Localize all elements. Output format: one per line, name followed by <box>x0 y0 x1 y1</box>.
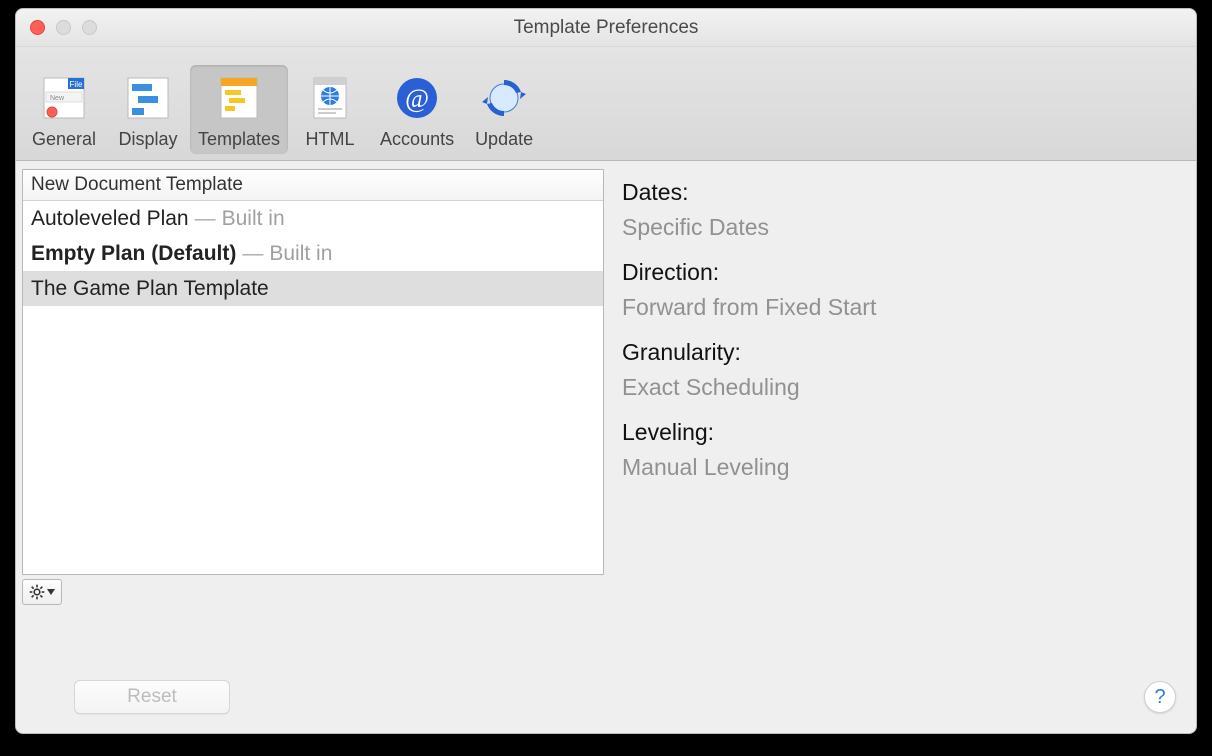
update-icon <box>477 71 531 125</box>
right-pane: Dates: Specific Dates Direction: Forward… <box>604 161 1196 733</box>
tab-accounts[interactable]: @ Accounts <box>372 65 462 154</box>
reset-button-label: Reset <box>127 686 177 708</box>
tab-html[interactable]: HTML <box>288 65 372 154</box>
template-row-empty-plan[interactable]: Empty Plan (Default) — Built in <box>23 236 603 271</box>
dates-label: Dates: <box>622 179 1178 206</box>
html-icon <box>303 71 357 125</box>
gear-menu-button[interactable] <box>22 579 62 605</box>
templates-icon <box>212 71 266 125</box>
template-row-suffix: Built in <box>222 207 285 231</box>
tab-label: Accounts <box>380 129 454 150</box>
template-list-header: New Document Template <box>23 170 603 201</box>
minimize-window-button[interactable] <box>56 20 71 35</box>
traffic-lights <box>30 20 97 35</box>
template-row-autoleveled[interactable]: Autoleveled Plan — Built in <box>23 201 603 236</box>
tab-display[interactable]: Display <box>106 65 190 154</box>
toolbar: File New General Display <box>16 47 1196 161</box>
window-title: Template Preferences <box>16 17 1196 39</box>
dash: — <box>195 207 216 231</box>
svg-text:File: File <box>70 80 83 89</box>
template-row-game-plan[interactable]: The Game Plan Template <box>23 271 603 306</box>
tab-general[interactable]: File New General <box>22 65 106 154</box>
template-row-name: Empty Plan (Default) <box>31 242 236 266</box>
tab-update[interactable]: Update <box>462 65 546 154</box>
zoom-window-button[interactable] <box>82 20 97 35</box>
tab-label: HTML <box>306 129 355 150</box>
leveling-label: Leveling: <box>622 419 1178 446</box>
svg-text:@: @ <box>405 84 429 113</box>
direction-label: Direction: <box>622 259 1178 286</box>
footer: Reset ? <box>16 675 1196 719</box>
template-row-name: The Game Plan Template <box>31 277 269 301</box>
tab-label: Display <box>118 129 177 150</box>
tab-label: Update <box>475 129 533 150</box>
left-pane: New Document Template Autoleveled Plan —… <box>16 161 604 733</box>
titlebar: Template Preferences <box>16 9 1196 47</box>
preferences-window: Template Preferences File New General <box>15 8 1197 734</box>
dash: — <box>242 242 263 266</box>
help-button-label: ? <box>1154 686 1165 709</box>
granularity-label: Granularity: <box>622 339 1178 366</box>
close-window-button[interactable] <box>30 20 45 35</box>
template-row-name: Autoleveled Plan <box>31 207 189 231</box>
template-list[interactable]: New Document Template Autoleveled Plan —… <box>22 169 604 575</box>
template-row-suffix: Built in <box>269 242 332 266</box>
reset-button[interactable]: Reset <box>74 680 230 714</box>
tab-label: General <box>32 129 96 150</box>
dates-value: Specific Dates <box>622 214 1178 241</box>
accounts-icon: @ <box>390 71 444 125</box>
granularity-value: Exact Scheduling <box>622 374 1178 401</box>
leveling-value: Manual Leveling <box>622 454 1178 481</box>
direction-value: Forward from Fixed Start <box>622 294 1178 321</box>
content-area: New Document Template Autoleveled Plan —… <box>16 161 1196 733</box>
gear-icon <box>29 584 45 600</box>
general-icon: File New <box>37 71 91 125</box>
svg-text:New: New <box>50 95 65 102</box>
help-button[interactable]: ? <box>1144 681 1176 713</box>
display-icon <box>121 71 175 125</box>
tab-label: Templates <box>198 129 280 150</box>
tab-templates[interactable]: Templates <box>190 65 288 154</box>
chevron-down-icon <box>47 589 55 595</box>
